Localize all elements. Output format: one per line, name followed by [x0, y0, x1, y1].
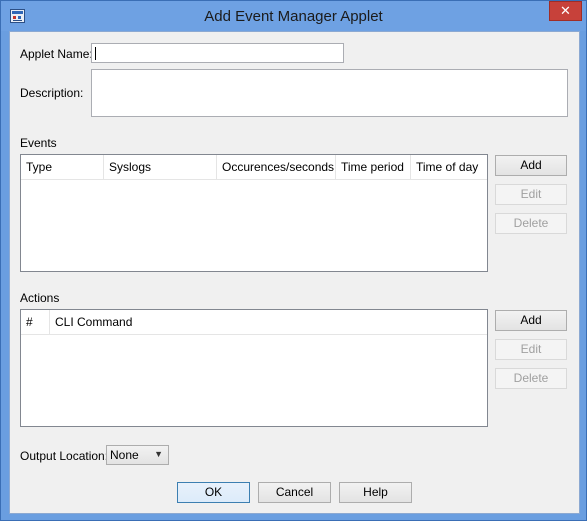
- applet-name-input[interactable]: [91, 43, 344, 63]
- events-section-label: Events: [20, 136, 57, 150]
- output-location-value: None: [110, 448, 139, 462]
- dialog-window: Add Event Manager Applet ✕ Applet Name: …: [0, 0, 587, 521]
- output-location-label: Output Location:: [20, 449, 109, 463]
- actions-table[interactable]: # CLI Command: [20, 309, 488, 427]
- output-location-select[interactable]: None ▼: [106, 445, 169, 465]
- text-caret: [95, 47, 96, 60]
- events-delete-button[interactable]: Delete: [495, 213, 567, 234]
- title-bar[interactable]: Add Event Manager Applet ✕: [1, 1, 586, 31]
- events-col-time-period[interactable]: Time period: [336, 155, 411, 179]
- help-button[interactable]: Help: [339, 482, 412, 503]
- description-label: Description:: [20, 86, 84, 100]
- applet-name-label: Applet Name:: [20, 47, 93, 61]
- actions-col-cli-command[interactable]: CLI Command: [50, 310, 487, 334]
- dialog-body: Applet Name: Description: Events Type Sy…: [9, 31, 580, 514]
- events-table[interactable]: Type Syslogs Occurences/seconds Time per…: [20, 154, 488, 272]
- actions-col-number[interactable]: #: [21, 310, 50, 334]
- events-col-syslogs[interactable]: Syslogs: [104, 155, 217, 179]
- events-add-button[interactable]: Add: [495, 155, 567, 176]
- ok-button[interactable]: OK: [177, 482, 250, 503]
- actions-add-button[interactable]: Add: [495, 310, 567, 331]
- close-icon[interactable]: ✕: [549, 1, 582, 21]
- description-input[interactable]: [91, 69, 568, 117]
- actions-delete-button[interactable]: Delete: [495, 368, 567, 389]
- events-col-occurences[interactable]: Occurences/seconds: [217, 155, 336, 179]
- events-col-type[interactable]: Type: [21, 155, 104, 179]
- actions-edit-button[interactable]: Edit: [495, 339, 567, 360]
- events-edit-button[interactable]: Edit: [495, 184, 567, 205]
- actions-section-label: Actions: [20, 291, 60, 305]
- chevron-down-icon: ▼: [154, 449, 163, 459]
- events-col-time-of-day[interactable]: Time of day: [411, 155, 487, 179]
- window-title: Add Event Manager Applet: [204, 8, 383, 25]
- actions-table-header: # CLI Command: [21, 310, 487, 335]
- events-table-header: Type Syslogs Occurences/seconds Time per…: [21, 155, 487, 180]
- cancel-button[interactable]: Cancel: [258, 482, 331, 503]
